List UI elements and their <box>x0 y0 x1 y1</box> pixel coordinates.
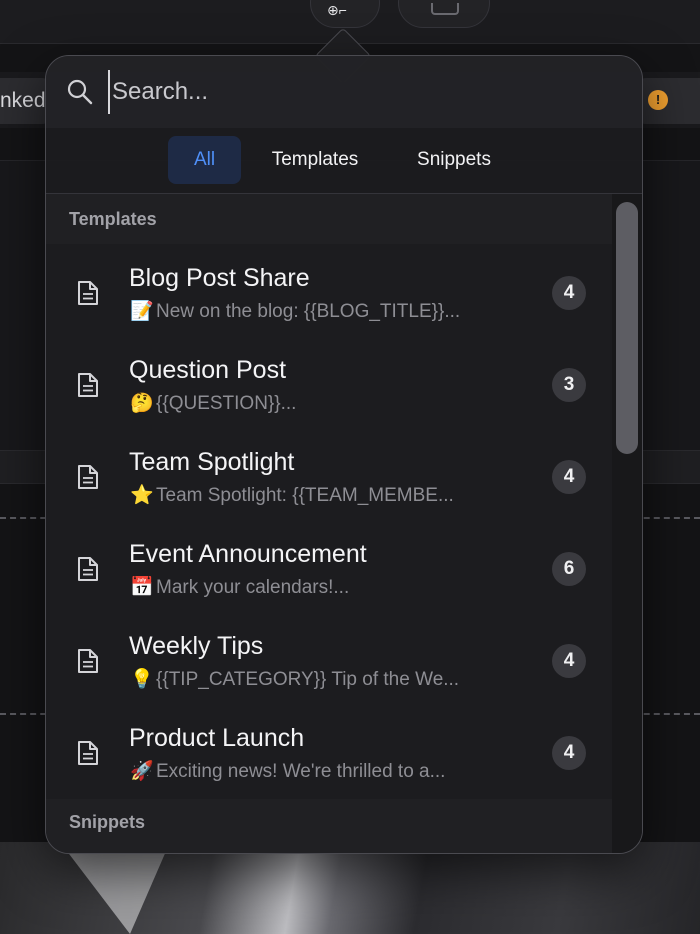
tab-all[interactable]: All <box>168 136 241 184</box>
document-icon <box>78 465 98 489</box>
template-item-team-spotlight[interactable]: Team Spotlight ⭐ Team Spotlight: {{TEAM_M… <box>46 428 612 520</box>
template-preview-text: Team Spotlight: {{TEAM_MEMBE... <box>156 485 454 506</box>
template-emoji: 🤔 <box>130 393 154 414</box>
template-title: Product Launch <box>129 724 305 752</box>
tray-toolbar-button[interactable] <box>398 0 490 28</box>
template-field-count-badge: 4 <box>552 644 586 678</box>
template-preview: 💡 {{TIP_CATEGORY}} Tip of the We... <box>130 667 500 691</box>
template-preview-text: {{QUESTION}}... <box>156 393 297 414</box>
template-preview-text: {{TIP_CATEGORY}} Tip of the We... <box>156 669 460 690</box>
document-icon <box>78 373 98 397</box>
template-emoji: 📝 <box>130 301 154 322</box>
template-title: Blog Post Share <box>129 264 310 292</box>
section-header-snippets: Snippets <box>46 799 612 853</box>
document-icon <box>78 281 98 305</box>
scrollbar-thumb[interactable] <box>616 202 638 454</box>
template-title: Event Announcement <box>129 540 367 568</box>
document-icon <box>78 557 98 581</box>
template-preview: 📅 Mark your calendars!... <box>130 575 500 599</box>
background-chip-right[interactable] <box>636 78 700 124</box>
background-wallpaper-shard <box>60 842 170 934</box>
template-emoji: 💡 <box>130 669 154 690</box>
template-emoji: 📅 <box>130 577 154 598</box>
template-item-weekly-tips[interactable]: Weekly Tips 💡 {{TIP_CATEGORY}} Tip of the… <box>46 612 612 704</box>
template-preview-text: Exciting news! We're thrilled to a... <box>156 761 446 782</box>
template-field-count-badge: 3 <box>552 368 586 402</box>
document-icon <box>78 649 98 673</box>
app-stage: ⊕⌐ nked ! All Templates Snippets Templat… <box>0 0 700 934</box>
warning-icon[interactable]: ! <box>648 90 668 110</box>
filter-tabs: All Templates Snippets <box>46 128 642 194</box>
template-field-count-badge: 4 <box>552 460 586 494</box>
template-preview: 📝 New on the blog: {{BLOG_TITLE}}... <box>130 299 500 323</box>
template-field-count-badge: 4 <box>552 276 586 310</box>
template-item-event-announcement[interactable]: Event Announcement 📅 Mark your calendars!… <box>46 520 612 612</box>
search-icon <box>67 79 93 105</box>
tray-icon <box>431 3 459 15</box>
template-title: Question Post <box>129 356 287 384</box>
template-item-product-launch[interactable]: Product Launch 🚀 Exciting news! We're thr… <box>46 704 612 796</box>
tab-snippets[interactable]: Snippets <box>395 136 513 184</box>
search-bar <box>46 56 642 128</box>
template-emoji: 🚀 <box>130 761 154 782</box>
template-preview: 🤔 {{QUESTION}}... <box>130 391 500 415</box>
background-chip-label: nked <box>0 89 46 112</box>
template-field-count-badge: 4 <box>552 736 586 770</box>
template-picker-popover: All Templates Snippets Templates Blog Po… <box>45 55 643 854</box>
search-input[interactable] <box>108 70 608 114</box>
add-item-icon: ⊕⌐ <box>327 2 347 18</box>
section-header-templates: Templates <box>46 194 612 244</box>
template-title: Weekly Tips <box>129 632 264 660</box>
template-preview-text: New on the blog: {{BLOG_TITLE}}... <box>156 301 461 322</box>
template-preview: 🚀 Exciting news! We're thrilled to a... <box>130 759 500 783</box>
template-emoji: ⭐ <box>130 485 154 506</box>
template-preview-text: Mark your calendars!... <box>156 577 350 598</box>
document-icon <box>78 741 98 765</box>
template-item-blog-post-share[interactable]: Blog Post Share 📝 New on the blog: {{BLOG… <box>46 244 612 336</box>
template-field-count-badge: 6 <box>552 552 586 586</box>
template-title: Team Spotlight <box>129 448 295 476</box>
template-preview: ⭐ Team Spotlight: {{TEAM_MEMBE... <box>130 483 500 507</box>
results-list[interactable]: Templates Blog Post Share 📝 New on the bl… <box>46 194 642 853</box>
template-item-question-post[interactable]: Question Post 🤔 {{QUESTION}}... 3 <box>46 336 612 428</box>
tab-templates[interactable]: Templates <box>251 136 379 184</box>
